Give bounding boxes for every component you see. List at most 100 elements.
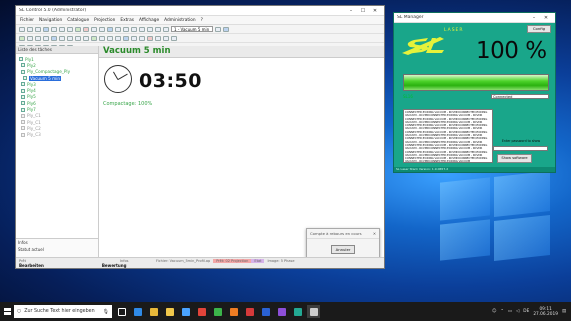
app-active-icon[interactable] [307,305,320,318]
start-button[interactable] [0,302,14,321]
contour-icon[interactable] [59,35,65,41]
open-icon[interactable] [27,26,33,32]
close-icon[interactable]: ✕ [369,8,381,14]
show-software-button[interactable]: Show software [497,154,532,163]
menu-item-view[interactable]: Affichage [139,18,159,23]
mirror-icon[interactable] [147,26,153,32]
app-orange-icon[interactable] [227,305,240,318]
config-button[interactable]: Config [527,25,551,33]
flip-icon[interactable] [99,35,105,41]
paste-icon[interactable] [67,26,73,32]
calibrate-icon[interactable] [107,35,113,41]
password-input[interactable] [493,146,548,151]
step-forward-icon[interactable] [43,35,49,41]
dialog-close-icon[interactable]: ✕ [373,231,376,236]
task-tree-item[interactable]: Ply_C3 [19,132,98,138]
microphone-icon[interactable]: 🎙 [103,309,109,315]
import-icon[interactable] [163,35,169,41]
app-red-icon[interactable] [195,305,208,318]
task-view-icon[interactable] [115,305,128,318]
play-icon[interactable] [75,26,81,32]
points-icon[interactable] [67,35,73,41]
grid-icon[interactable] [123,26,129,32]
cut-icon[interactable] [51,26,57,32]
lock-icon[interactable] [131,35,137,41]
task-tree-label: Ply7 [27,107,36,113]
list-icon[interactable] [139,35,145,41]
menu-item-navigation[interactable]: Navigation [39,18,62,23]
menu-item-catalogue[interactable]: Catalogue [67,18,89,23]
connection-row: SL16 Connected [403,93,549,99]
projector-icon[interactable] [19,35,25,41]
volume-icon[interactable]: ◁ [516,309,519,314]
sl-minimize-icon[interactable]: – [528,15,540,21]
filter-icon[interactable] [171,35,177,41]
status-ready: Prêt [19,258,26,263]
export-icon[interactable] [155,35,161,41]
check-icon[interactable] [91,35,97,41]
user-icon[interactable]: ☺ [492,309,496,314]
app-green-icon[interactable] [211,305,224,318]
network-icon[interactable]: ▭ [508,309,512,314]
task-tree-label: Ply3 [27,81,36,87]
progress-bar-fill [404,75,548,90]
shapes-icon[interactable] [123,35,129,41]
alert-icon[interactable] [147,35,153,41]
rotate-icon[interactable] [139,26,145,32]
minimize-icon[interactable]: – [345,8,357,14]
target-icon[interactable] [27,35,33,41]
progress-bar [403,74,549,91]
clock[interactable]: 09:11 27.06.2019 [533,307,558,317]
app-teal-icon[interactable] [291,305,304,318]
view-icon[interactable] [51,35,57,41]
edge-icon[interactable] [131,305,144,318]
main-window-title: SL Control 5.0 (Administrator) [19,8,87,13]
maximize-icon[interactable]: ☐ [357,8,369,14]
app-red2-icon[interactable] [243,305,256,318]
log-output[interactable]: CONNECTED;EODING VACUUM - RCVMDCONNECTED… [403,109,493,163]
zoom-out-icon[interactable] [99,26,105,32]
cancel-button[interactable]: Annuler [331,245,355,254]
menu-item-file[interactable]: Fichier [20,18,34,23]
explorer-icon[interactable] [163,305,176,318]
camera-icon[interactable] [115,35,121,41]
app-purple-icon[interactable] [275,305,288,318]
info-label: Infos [18,240,28,245]
refresh-icon[interactable] [215,26,221,32]
stop-icon[interactable] [83,26,89,32]
toolbar-2 [16,34,384,43]
taskbar-search[interactable]: ○ Zur Suche Text hier eingeben 🎙 [14,305,112,318]
notification-icon[interactable]: ▤ [562,309,566,314]
status-info: Infos [120,258,129,263]
new-icon[interactable] [19,26,25,32]
layers-icon[interactable] [155,26,161,32]
help-icon[interactable] [223,26,229,32]
copy-icon[interactable] [59,26,65,32]
step-heading: Vacuum 5 min [99,46,384,58]
chevron-up-icon[interactable]: ⌃ [500,309,504,314]
text-icon[interactable] [75,35,81,41]
menu-item-admin[interactable]: Administration [164,18,195,23]
print-icon[interactable] [43,26,49,32]
task-tree-label: Ply4 [27,88,36,94]
zoom-in-icon[interactable] [91,26,97,32]
store-icon[interactable] [179,305,192,318]
log-line: VACUUM - RCVMDCONNECTED;EODING VACUUM [405,160,471,163]
align-icon[interactable] [115,26,121,32]
laser-icon[interactable] [107,26,113,32]
step-back-icon[interactable] [35,35,41,41]
app-blue-icon[interactable] [259,305,272,318]
language-icon[interactable]: DE [523,309,529,314]
task-tree: Ply1 Ply2 Ply_Compactage_Ply Vacuum 5 min Pl… [16,54,98,138]
menu-item-help[interactable]: ? [201,18,203,23]
arrow-icon[interactable] [83,35,89,41]
save-icon[interactable] [35,26,41,32]
measure-icon[interactable] [131,26,137,32]
chrome-icon[interactable] [147,305,160,318]
sl-close-icon[interactable]: ✕ [540,15,552,21]
sl-titlebar: SL Manager – ✕ [394,13,555,23]
project-select[interactable]: 1 - Vacuum 5 min [171,26,213,32]
settings-icon[interactable] [163,26,169,32]
menu-item-projection[interactable]: Projection [94,18,115,23]
menu-item-extras[interactable]: Extras [120,18,134,23]
